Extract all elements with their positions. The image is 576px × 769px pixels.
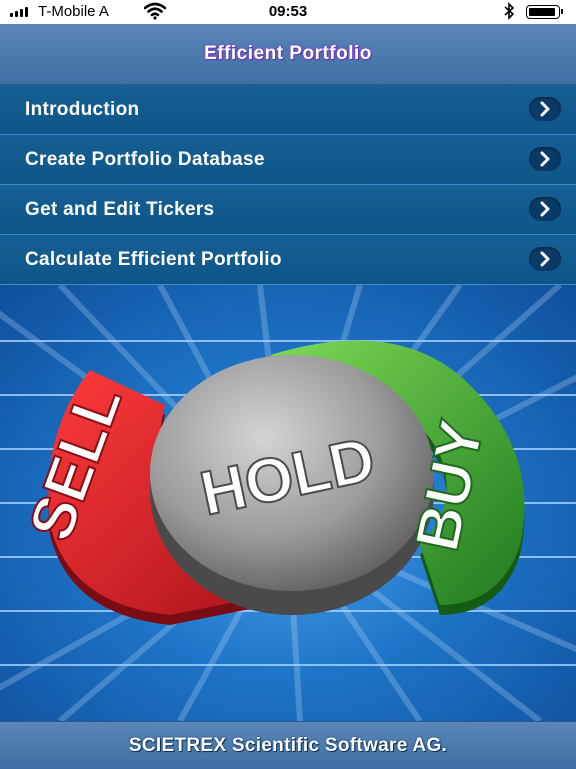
footer: SCIETREX Scientific Software AG.: [0, 721, 576, 769]
sell-hold-buy-illustration: SELL HOLD BUY: [0, 285, 576, 721]
main-menu: Introduction Create Portfolio Database G…: [0, 85, 576, 285]
nav-bar: Efficient Portfolio: [0, 24, 576, 85]
bluetooth-icon: [503, 2, 515, 24]
carrier-name: T-Mobile A: [38, 3, 109, 20]
wifi-icon: [143, 2, 167, 24]
menu-item-label: Calculate Efficient Portfolio: [25, 248, 282, 270]
footer-text: SCIETREX Scientific Software AG.: [128, 734, 448, 756]
menu-item-label: Get and Edit Tickers: [25, 198, 215, 220]
menu-item-get-and-edit-tickers[interactable]: Get and Edit Tickers: [0, 185, 576, 235]
menu-item-create-portfolio-database[interactable]: Create Portfolio Database: [0, 135, 576, 185]
menu-item-introduction[interactable]: Introduction: [0, 85, 576, 135]
page-title: Efficient Portfolio: [204, 43, 372, 64]
chevron-right-icon: [529, 247, 561, 271]
chevron-right-icon: [529, 197, 561, 221]
menu-item-label: Introduction: [25, 98, 140, 120]
chevron-right-icon: [529, 147, 561, 171]
signal-icon: [10, 7, 28, 17]
status-bar: T-Mobile A 09:53: [0, 0, 576, 24]
menu-item-calculate-efficient-portfolio[interactable]: Calculate Efficient Portfolio: [0, 235, 576, 285]
battery-icon: [526, 5, 563, 19]
chevron-right-icon: [529, 97, 561, 121]
menu-item-label: Create Portfolio Database: [25, 148, 265, 170]
